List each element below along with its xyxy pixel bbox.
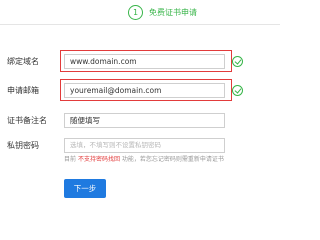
- certificate-application-form: 1 免费证书申请 绑定域名 www.domain.com 申请邮箱 yourem…: [0, 0, 280, 210]
- remark-input[interactable]: 随便填写: [64, 113, 225, 128]
- note-suffix: 功能，若您忘记密码则需重新申请证书: [121, 156, 224, 163]
- email-label: 申请邮箱: [7, 86, 39, 95]
- step-number-badge: 1: [128, 4, 143, 20]
- step-divider: [0, 24, 280, 25]
- domain-valid-check-icon: [232, 56, 243, 67]
- email-input[interactable]: youremail@domain.com: [64, 83, 225, 98]
- step-indicator: 1 免费证书申请: [128, 3, 197, 21]
- password-note: 目前 不支持密码找回 功能，若您忘记密码则需重新申请证书: [64, 155, 224, 164]
- next-step-button[interactable]: 下一步: [64, 179, 106, 198]
- private-key-password-input[interactable]: 选填，不填写则不设置私钥密码: [64, 138, 225, 153]
- step-title: 免费证书申请: [149, 7, 197, 17]
- email-valid-check-icon: [232, 85, 243, 96]
- note-warning: 不支持密码找回: [77, 156, 120, 163]
- remark-label: 证书备注名: [7, 116, 47, 125]
- note-prefix: 目前: [64, 156, 77, 163]
- private-key-password-label: 私钥密码: [7, 141, 39, 150]
- domain-input[interactable]: www.domain.com: [64, 54, 225, 69]
- domain-label: 绑定域名: [7, 57, 39, 66]
